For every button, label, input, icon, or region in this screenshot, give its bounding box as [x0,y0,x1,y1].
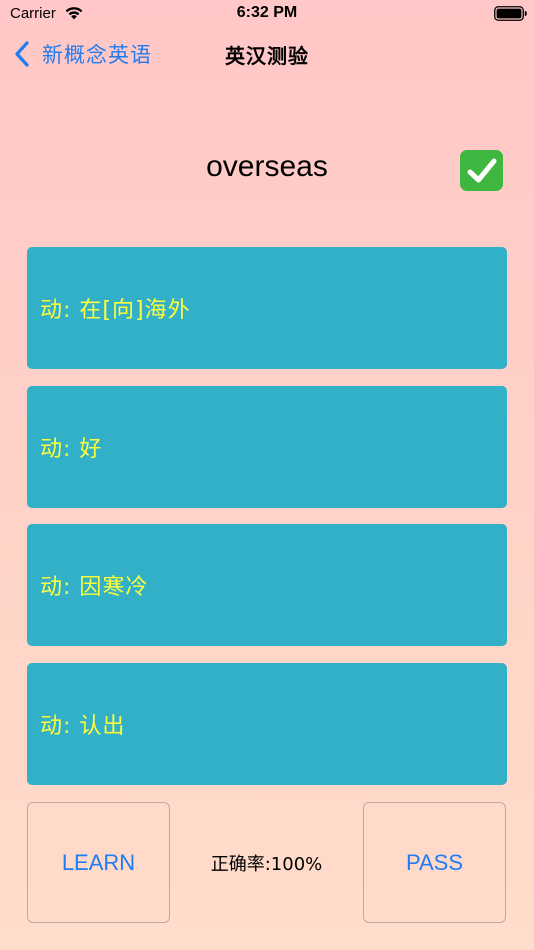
answer-option-label: 动: 因寒冷 [40,575,149,600]
answer-option-1[interactable]: 动: 在[向]海外 [27,247,507,369]
status-bar: Carrier 6:32 PM [0,0,534,30]
check-mark-button-icon [460,150,503,191]
answer-option-4[interactable]: 动: 认出 [27,663,507,785]
check-mark-icon [467,158,496,182]
battery-icon [494,6,527,21]
page-title: 英汉测验 [225,44,309,68]
learn-button[interactable]: LEARN [27,802,170,923]
answer-option-3[interactable]: 动: 因寒冷 [27,524,507,646]
answer-option-label: 动: 好 [40,437,103,462]
accuracy-label: 正确率:100% [210,854,323,875]
answer-option-label: 动: 在[向]海外 [40,298,191,323]
pass-button[interactable]: PASS [363,802,506,923]
answer-option-label: 动: 认出 [40,714,126,739]
answer-option-2[interactable]: 动: 好 [27,386,507,508]
quiz-word: overseas [206,150,328,183]
status-time: 6:32 PM [236,4,298,21]
